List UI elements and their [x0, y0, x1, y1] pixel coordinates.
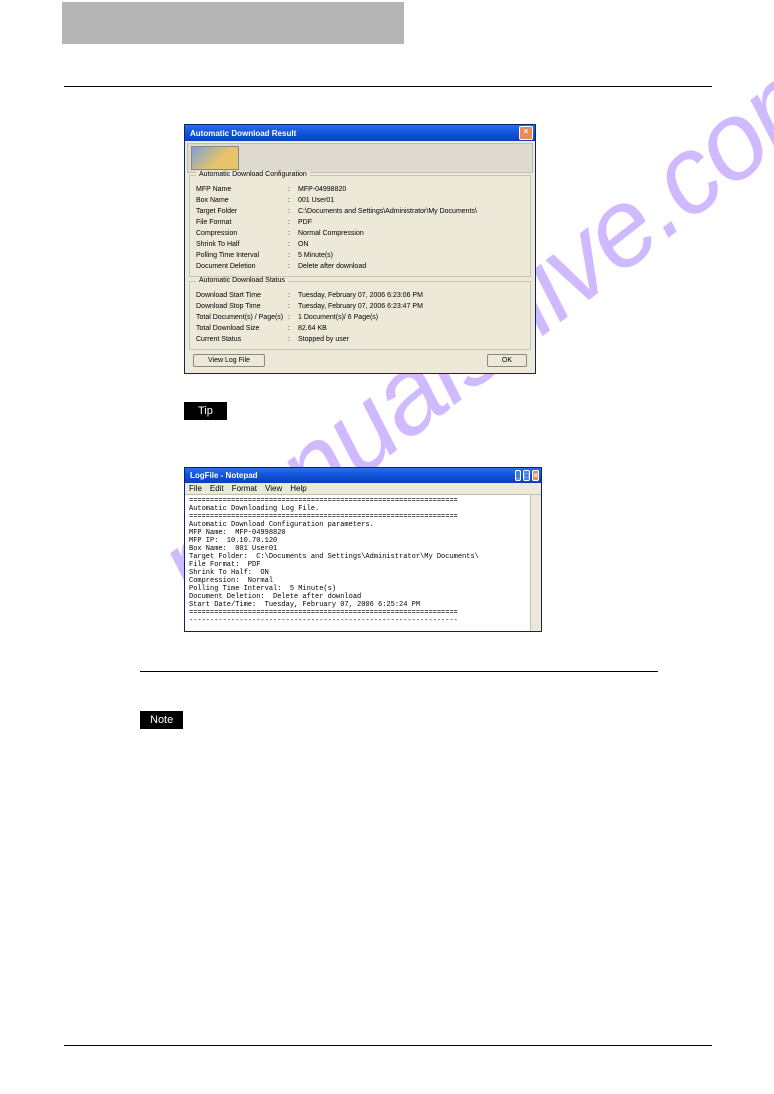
menu-format[interactable]: Format [232, 484, 257, 493]
cfg-value: 001 User01 [298, 195, 524, 206]
scrollbar[interactable] [530, 495, 541, 631]
cfg-value: Delete after download [298, 261, 524, 272]
group-legend: Automatic Download Configuration [196, 171, 310, 178]
download-result-dialog: Automatic Download Result × Automatic Do… [184, 124, 536, 374]
cfg-label: Polling Time Interval [196, 250, 288, 261]
cfg-label: Document Deletion [196, 261, 288, 272]
cfg-value: MFP-04998820 [298, 184, 524, 195]
cfg-label: Box Name [196, 195, 288, 206]
note-badge: Note [140, 711, 183, 729]
download-folder-icon [191, 146, 239, 170]
close-icon[interactable]: × [532, 470, 539, 481]
cfg-value: ON [298, 239, 524, 250]
notepad-text-area[interactable]: ========================================… [185, 495, 541, 631]
status-value: Stopped by user [298, 334, 524, 345]
horizontal-rule-top [64, 86, 712, 87]
menu-file[interactable]: File [189, 484, 202, 493]
tip-badge: Tip [184, 402, 227, 420]
menu-edit[interactable]: Edit [210, 484, 224, 493]
notepad-menubar: File Edit Format View Help [185, 483, 541, 495]
status-label: Total Document(s) / Page(s) [196, 312, 288, 323]
cfg-value: PDF [298, 217, 524, 228]
dialog-titlebar: Automatic Download Result × [185, 125, 535, 141]
cfg-label: Target Folder [196, 206, 288, 217]
status-value: 82.64 KB [298, 323, 524, 334]
download-config-group: Automatic Download Configuration MFP Nam… [189, 175, 531, 277]
status-label: Total Download Size [196, 323, 288, 334]
notepad-titlebar: LogFile - Notepad _ □ × [185, 468, 541, 483]
dialog-toolbar [187, 143, 533, 173]
status-value: 1 Document(s)/ 6 Page(s) [298, 312, 524, 323]
cfg-label: MFP Name [196, 184, 288, 195]
status-label: Current Status [196, 334, 288, 345]
status-label: Download Stop Time [196, 301, 288, 312]
download-status-group: Automatic Download Status Download Start… [189, 281, 531, 350]
dialog-title: Automatic Download Result [190, 129, 296, 138]
status-value: Tuesday, February 07, 2006 6:23:06 PM [298, 290, 524, 301]
cfg-value: Normal Compression [298, 228, 524, 239]
notepad-title: LogFile - Notepad [190, 471, 258, 480]
cfg-value: C:\Documents and Settings\Administrator\… [298, 206, 524, 217]
menu-view[interactable]: View [265, 484, 282, 493]
cfg-label: Shrink To Half [196, 239, 288, 250]
cfg-label: File Format [196, 217, 288, 228]
cfg-label: Compression [196, 228, 288, 239]
status-value: Tuesday, February 07, 2006 6:23:47 PM [298, 301, 524, 312]
ok-button[interactable]: OK [487, 354, 527, 367]
menu-help[interactable]: Help [290, 484, 306, 493]
close-icon[interactable]: × [519, 126, 533, 140]
status-label: Download Start Time [196, 290, 288, 301]
view-log-button[interactable]: View Log File [193, 354, 265, 367]
maximize-icon[interactable]: □ [523, 470, 530, 481]
notepad-window: LogFile - Notepad _ □ × File Edit Format… [184, 467, 542, 632]
group-legend: Automatic Download Status [196, 277, 288, 284]
minimize-icon[interactable]: _ [515, 470, 521, 481]
horizontal-rule-bottom [64, 1045, 712, 1046]
header-gray-block [62, 2, 404, 44]
horizontal-rule-mid [140, 671, 658, 672]
cfg-value: 5 Minute(s) [298, 250, 524, 261]
